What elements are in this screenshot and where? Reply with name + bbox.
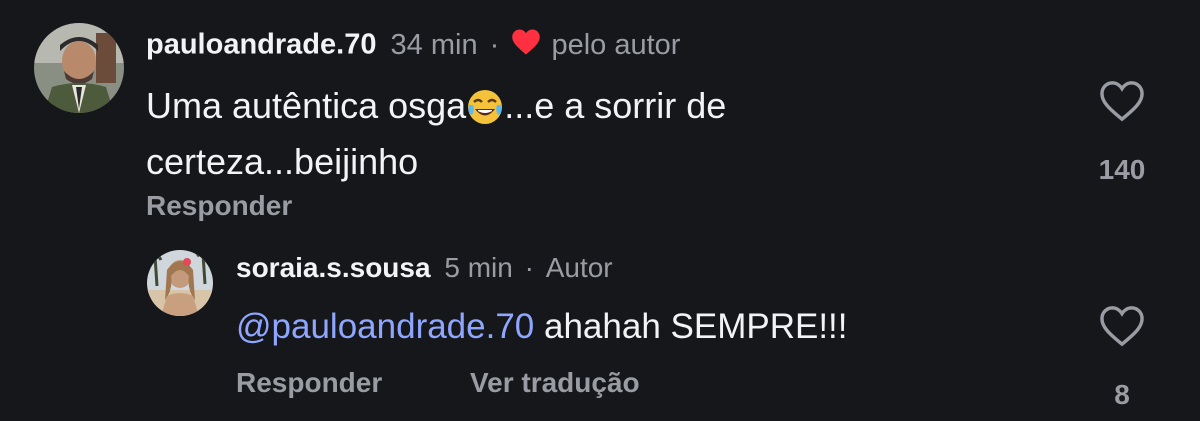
heart-filled-icon (511, 28, 541, 64)
like-count: 8 (1114, 379, 1130, 410)
mention-link[interactable]: @pauloandrade.70 (236, 307, 534, 346)
comment-text: @pauloandrade.70 ahahah SEMPRE!!! (236, 306, 1036, 348)
username[interactable]: soraia.s.sousa (236, 252, 431, 283)
avatar-image (147, 250, 213, 316)
comment-text: Uma autêntica osga ...e a sorrir de cert… (146, 82, 906, 186)
username[interactable]: pauloandrade.70 (146, 29, 376, 61)
separator: · (524, 252, 534, 283)
comment-header: pauloandrade.70 34 min · pelo autor (146, 28, 680, 64)
heart-outline-icon[interactable] (1099, 305, 1145, 352)
heart-outline-icon[interactable] (1099, 80, 1145, 127)
timestamp: 5 min (444, 252, 513, 283)
separator: · (489, 28, 500, 61)
avatar-image (34, 23, 124, 113)
avatar[interactable] (34, 23, 124, 113)
comment-text-part: certeza...beijinho (146, 141, 419, 182)
author-badge: Autor (545, 252, 613, 283)
translate-button[interactable]: Ver tradução (470, 367, 640, 399)
avatar[interactable] (147, 250, 213, 316)
reply-button[interactable]: Responder (236, 367, 382, 399)
reply-button[interactable]: Responder (146, 190, 292, 222)
face-with-tears-of-joy-icon (466, 88, 504, 138)
like-count: 140 (1098, 154, 1146, 185)
comment-text-part: Uma autêntica osga (146, 85, 467, 126)
comment-header: soraia.s.sousa 5 min · Autor (236, 252, 613, 284)
timestamp: 34 min (390, 28, 478, 61)
comment-text-part: ahahah SEMPRE!!! (534, 307, 848, 346)
comment-text-part: ...e a sorrir de (504, 85, 727, 126)
liked-by-author-label: pelo autor (551, 28, 681, 61)
